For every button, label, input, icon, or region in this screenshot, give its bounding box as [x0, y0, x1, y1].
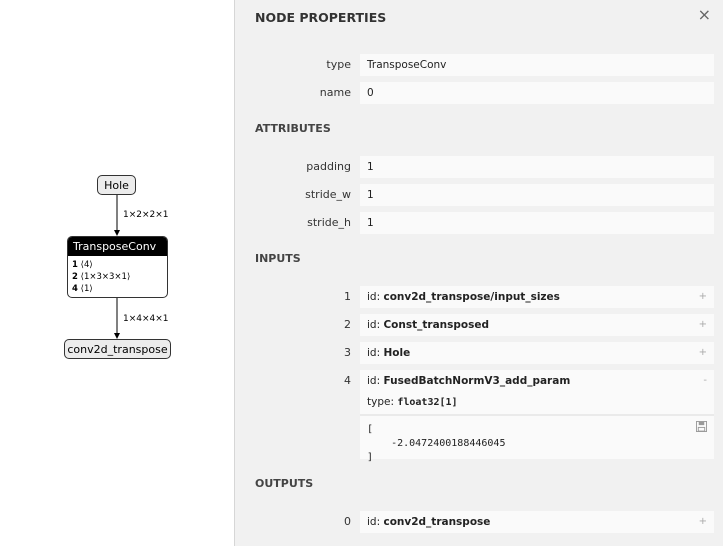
attr-value[interactable]: 1 — [360, 184, 714, 206]
attr-value[interactable]: 1 — [360, 212, 714, 234]
input-type-line: type: float32[1] — [367, 396, 458, 408]
input-id: Const_transposed — [383, 319, 490, 331]
op-node-attrs: 1 ⟨4⟩ 2 ⟨1×3×3×1⟩ 4 ⟨1⟩ — [68, 256, 167, 295]
input-value[interactable]: id: conv2d_transpose/input_sizes + — [360, 286, 714, 308]
prop-value[interactable]: TransposeConv — [360, 54, 714, 76]
panel-title: NODE PROPERTIES — [255, 10, 387, 25]
divider — [360, 414, 714, 416]
prop-row-type: type TransposeConv — [235, 54, 723, 76]
section-attributes: ATTRIBUTES — [255, 122, 331, 135]
op-node-transposeconv[interactable]: TransposeConv 1 ⟨4⟩ 2 ⟨1×3×3×1⟩ 4 ⟨1⟩ — [67, 236, 168, 298]
input-type: float32[1] — [397, 397, 458, 408]
op-node-title: TransposeConv — [68, 237, 167, 256]
op-attr-row: 4 ⟨1⟩ — [72, 284, 93, 294]
attr-name: stride_h — [307, 216, 351, 229]
input-row-3: 3 id: Hole + — [235, 342, 723, 364]
expand-icon[interactable]: + — [699, 314, 707, 336]
save-icon[interactable] — [696, 421, 707, 432]
input-node-label: Hole — [104, 178, 129, 192]
close-icon[interactable]: × — [698, 5, 711, 24]
input-value-expanded[interactable]: id: FusedBatchNormV3_add_param - type: f… — [360, 370, 714, 463]
attr-row-padding: padding 1 — [235, 156, 723, 178]
input-id: conv2d_transpose/input_sizes — [383, 291, 560, 303]
attr-row-stride-h: stride_h 1 — [235, 212, 723, 234]
input-row-4: 4 id: FusedBatchNormV3_add_param - type:… — [235, 370, 723, 463]
output-node-label: conv2d_transpose — [67, 342, 168, 356]
input-node-hole[interactable]: Hole — [97, 175, 136, 195]
attr-name: stride_w — [305, 188, 351, 201]
op-attr-row: 2 ⟨1×3×3×1⟩ — [72, 272, 131, 282]
attr-row-stride-w: stride_w 1 — [235, 184, 723, 206]
section-outputs: OUTPUTS — [255, 477, 314, 490]
input-row-2: 2 id: Const_transposed + — [235, 314, 723, 336]
edge-out-label: 1×4×4×1 — [123, 314, 169, 324]
output-node-conv2d-transpose[interactable]: conv2d_transpose — [64, 339, 171, 359]
input-row-1: 1 id: conv2d_transpose/input_sizes + — [235, 286, 723, 308]
expand-icon[interactable]: + — [699, 511, 707, 533]
input-index: 4 — [344, 374, 351, 387]
input-index: 3 — [344, 346, 351, 359]
attr-name: padding — [306, 160, 351, 173]
input-index: 1 — [344, 290, 351, 303]
prop-name: name — [319, 86, 351, 99]
graph-canvas[interactable]: Hole 1×2×2×1 TransposeConv 1 ⟨4⟩ 2 ⟨1×3×… — [0, 0, 234, 546]
output-index: 0 — [344, 515, 351, 528]
input-id-line: id: FusedBatchNormV3_add_param — [367, 375, 571, 387]
section-inputs: INPUTS — [255, 252, 301, 265]
prop-row-name: name 0 — [235, 82, 723, 104]
edge-in-label: 1×2×2×1 — [123, 210, 169, 220]
input-id: FusedBatchNormV3_add_param — [383, 375, 571, 387]
input-id: Hole — [383, 347, 411, 359]
op-attr-row: 1 ⟨4⟩ — [72, 260, 93, 270]
tensor-value: [ -2.0472400188446045] — [367, 424, 506, 463]
output-value[interactable]: id: conv2d_transpose + — [360, 511, 714, 533]
expand-icon[interactable]: + — [699, 342, 707, 364]
input-index: 2 — [344, 318, 351, 331]
collapse-icon[interactable]: - — [703, 375, 707, 386]
expand-icon[interactable]: + — [699, 286, 707, 308]
input-value[interactable]: id: Hole + — [360, 342, 714, 364]
node-properties-panel: NODE PROPERTIES × type TransposeConv nam… — [234, 0, 723, 546]
prop-value[interactable]: 0 — [360, 82, 714, 104]
prop-name: type — [326, 58, 351, 71]
output-id: conv2d_transpose — [383, 516, 491, 528]
output-row-0: 0 id: conv2d_transpose + — [235, 511, 723, 533]
attr-value[interactable]: 1 — [360, 156, 714, 178]
input-value[interactable]: id: Const_transposed + — [360, 314, 714, 336]
